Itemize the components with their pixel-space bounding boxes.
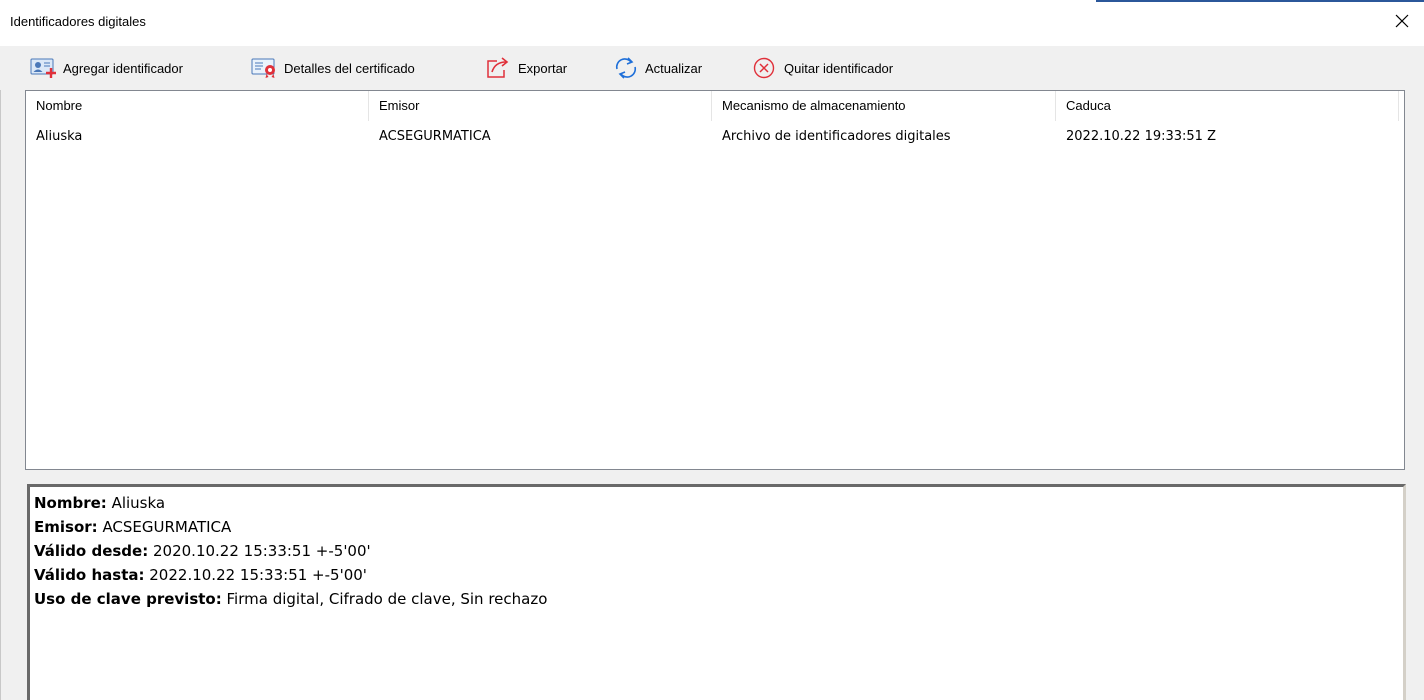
detail-key-usage: Uso de clave previsto: Firma digital, Ci… xyxy=(34,587,547,611)
export-button[interactable]: Exportar xyxy=(485,54,567,82)
export-arrow-icon xyxy=(485,56,513,80)
detail-name-key: Nombre: xyxy=(34,494,107,512)
detail-key-usage-value: Firma digital, Cifrado de clave, Sin rec… xyxy=(226,590,548,608)
column-header-storage[interactable]: Mecanismo de almacenamiento xyxy=(712,91,1056,121)
column-header-name[interactable]: Nombre xyxy=(26,91,369,121)
certificate-details-button[interactable]: Detalles del certificado xyxy=(251,54,415,82)
add-identifier-label: Agregar identificador xyxy=(63,60,183,76)
detail-valid-from-value: 2020.10.22 15:33:51 +-5'00' xyxy=(153,542,371,560)
remove-circle-x-icon xyxy=(751,56,779,80)
detail-valid-to: Válido hasta: 2022.10.22 15:33:51 +-5'00… xyxy=(34,563,367,587)
identifiers-list: Nombre Emisor Mecanismo de almacenamient… xyxy=(25,90,1405,470)
window-left-edge xyxy=(0,0,1,700)
detail-key-usage-key: Uso de clave previsto: xyxy=(34,590,222,608)
window-title: Identificadores digitales xyxy=(10,14,146,29)
export-label: Exportar xyxy=(518,60,568,76)
detail-valid-from: Válido desde: 2020.10.22 15:33:51 +-5'00… xyxy=(34,539,371,563)
table-row[interactable]: Aliuska ACSEGURMATICA Archivo de identif… xyxy=(26,125,1404,149)
refresh-button[interactable]: Actualizar xyxy=(612,54,702,82)
certificate-details-icon xyxy=(251,56,279,80)
certificate-details-panel: Nombre: Aliuska Emisor: ACSEGURMATICA Vá… xyxy=(27,484,1406,700)
cell-issuer: ACSEGURMATICA xyxy=(379,129,491,144)
cell-storage: Archivo de identificadores digitales xyxy=(722,129,951,144)
add-identifier-button[interactable]: Agregar identificador xyxy=(30,54,183,82)
refresh-icon xyxy=(612,56,640,80)
remove-identifier-label: Quitar identificador xyxy=(784,60,894,76)
close-button[interactable] xyxy=(1380,6,1424,36)
remove-identifier-button[interactable]: Quitar identificador xyxy=(751,54,893,82)
certificate-details-label: Detalles del certificado xyxy=(284,60,415,76)
detail-valid-to-key: Válido hasta: xyxy=(34,566,145,584)
cell-name: Aliuska xyxy=(36,129,83,144)
cell-expires: 2022.10.22 19:33:51 Z xyxy=(1066,129,1216,144)
close-icon xyxy=(1395,14,1409,28)
column-header-expires[interactable]: Caduca xyxy=(1056,91,1399,121)
title-bar: Identificadores digitales xyxy=(0,0,1424,46)
toolbar: Agregar identificador Detalles del certi… xyxy=(0,46,1424,90)
title-bar-accent xyxy=(1096,0,1424,2)
detail-issuer-value: ACSEGURMATICA xyxy=(102,518,232,536)
detail-issuer: Emisor: ACSEGURMATICA xyxy=(34,515,231,539)
digital-ids-dialog: Identificadores digitales Agregar identi… xyxy=(0,0,1424,700)
detail-valid-from-key: Válido desde: xyxy=(34,542,149,560)
detail-valid-to-value: 2022.10.22 15:33:51 +-5'00' xyxy=(149,566,367,584)
detail-issuer-key: Emisor: xyxy=(34,518,98,536)
person-card-add-icon xyxy=(30,56,58,80)
refresh-label: Actualizar xyxy=(645,60,703,76)
list-header: Nombre Emisor Mecanismo de almacenamient… xyxy=(26,91,1404,121)
detail-name-value: Aliuska xyxy=(111,494,166,512)
detail-name: Nombre: Aliuska xyxy=(34,491,165,515)
column-header-issuer[interactable]: Emisor xyxy=(369,91,712,121)
